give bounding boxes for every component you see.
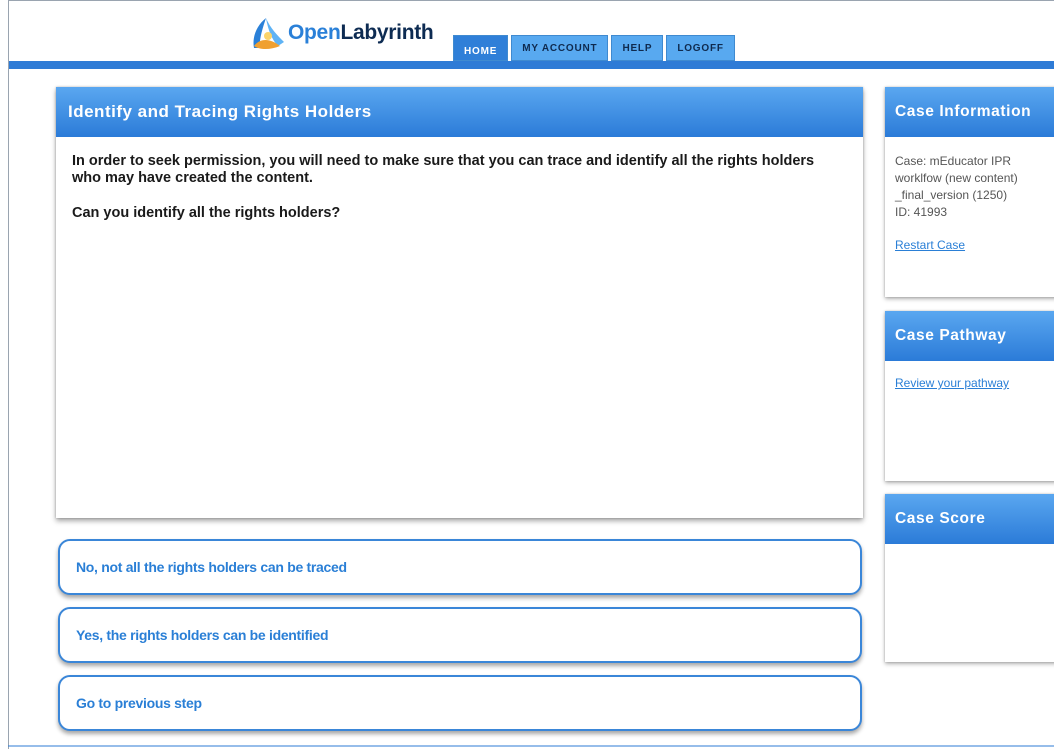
node-body: In order to seek permission, you will ne… bbox=[56, 137, 863, 222]
case-id: ID: 41993 bbox=[895, 205, 948, 219]
case-pathway-panel: Case Pathway Review your pathway bbox=[885, 311, 1054, 481]
logo-text-open: Open bbox=[288, 21, 341, 44]
node-paragraph-question: Can you identify all the rights holders? bbox=[72, 205, 341, 221]
footer-divider bbox=[8, 745, 1054, 747]
case-score-panel: Case Score bbox=[885, 494, 1054, 662]
case-name: Case: mEducator IPR worklfow (new conten… bbox=[895, 154, 1018, 202]
app-frame: Open Labyrinth HOME MY ACCOUNT HELP LOGOF… bbox=[8, 0, 1054, 749]
top-nav: HOME MY ACCOUNT HELP LOGOFF bbox=[453, 35, 735, 61]
restart-case-link[interactable]: Restart Case bbox=[895, 237, 965, 254]
node-paragraph-intro: In order to seek permission, you will ne… bbox=[72, 153, 815, 186]
nav-tab-help[interactable]: HELP bbox=[611, 35, 664, 61]
option-identified-button[interactable]: Yes, the rights holders can be identifie… bbox=[58, 607, 862, 663]
header: Open Labyrinth HOME MY ACCOUNT HELP LOGOF… bbox=[9, 1, 1054, 61]
nav-tab-home[interactable]: HOME bbox=[453, 35, 509, 61]
labyrinth-logo-icon bbox=[253, 18, 284, 49]
case-score-title: Case Score bbox=[885, 494, 1054, 544]
review-pathway-link[interactable]: Review your pathway bbox=[895, 375, 1009, 392]
nav-tab-logoff[interactable]: LOGOFF bbox=[666, 35, 735, 61]
option-previous-step-button[interactable]: Go to previous step bbox=[58, 675, 862, 731]
case-information-panel: Case Information Case: mEducator IPR wor… bbox=[885, 87, 1054, 297]
case-information-body: Case: mEducator IPR worklfow (new conten… bbox=[885, 137, 1054, 268]
nav-tab-my-account[interactable]: MY ACCOUNT bbox=[511, 35, 609, 61]
header-divider bbox=[9, 61, 1054, 69]
case-pathway-body: Review your pathway bbox=[885, 361, 1054, 406]
node-title: Identify and Tracing Rights Holders bbox=[56, 87, 863, 137]
logo-text-labyrinth: Labyrinth bbox=[340, 21, 434, 44]
node-content-panel: Identify and Tracing Rights Holders In o… bbox=[56, 87, 863, 518]
logo[interactable]: Open Labyrinth bbox=[244, 15, 434, 51]
case-information-title: Case Information bbox=[885, 87, 1054, 137]
option-not-traced-button[interactable]: No, not all the rights holders can be tr… bbox=[58, 539, 862, 595]
case-score-body bbox=[885, 544, 1054, 572]
case-pathway-title: Case Pathway bbox=[885, 311, 1054, 361]
